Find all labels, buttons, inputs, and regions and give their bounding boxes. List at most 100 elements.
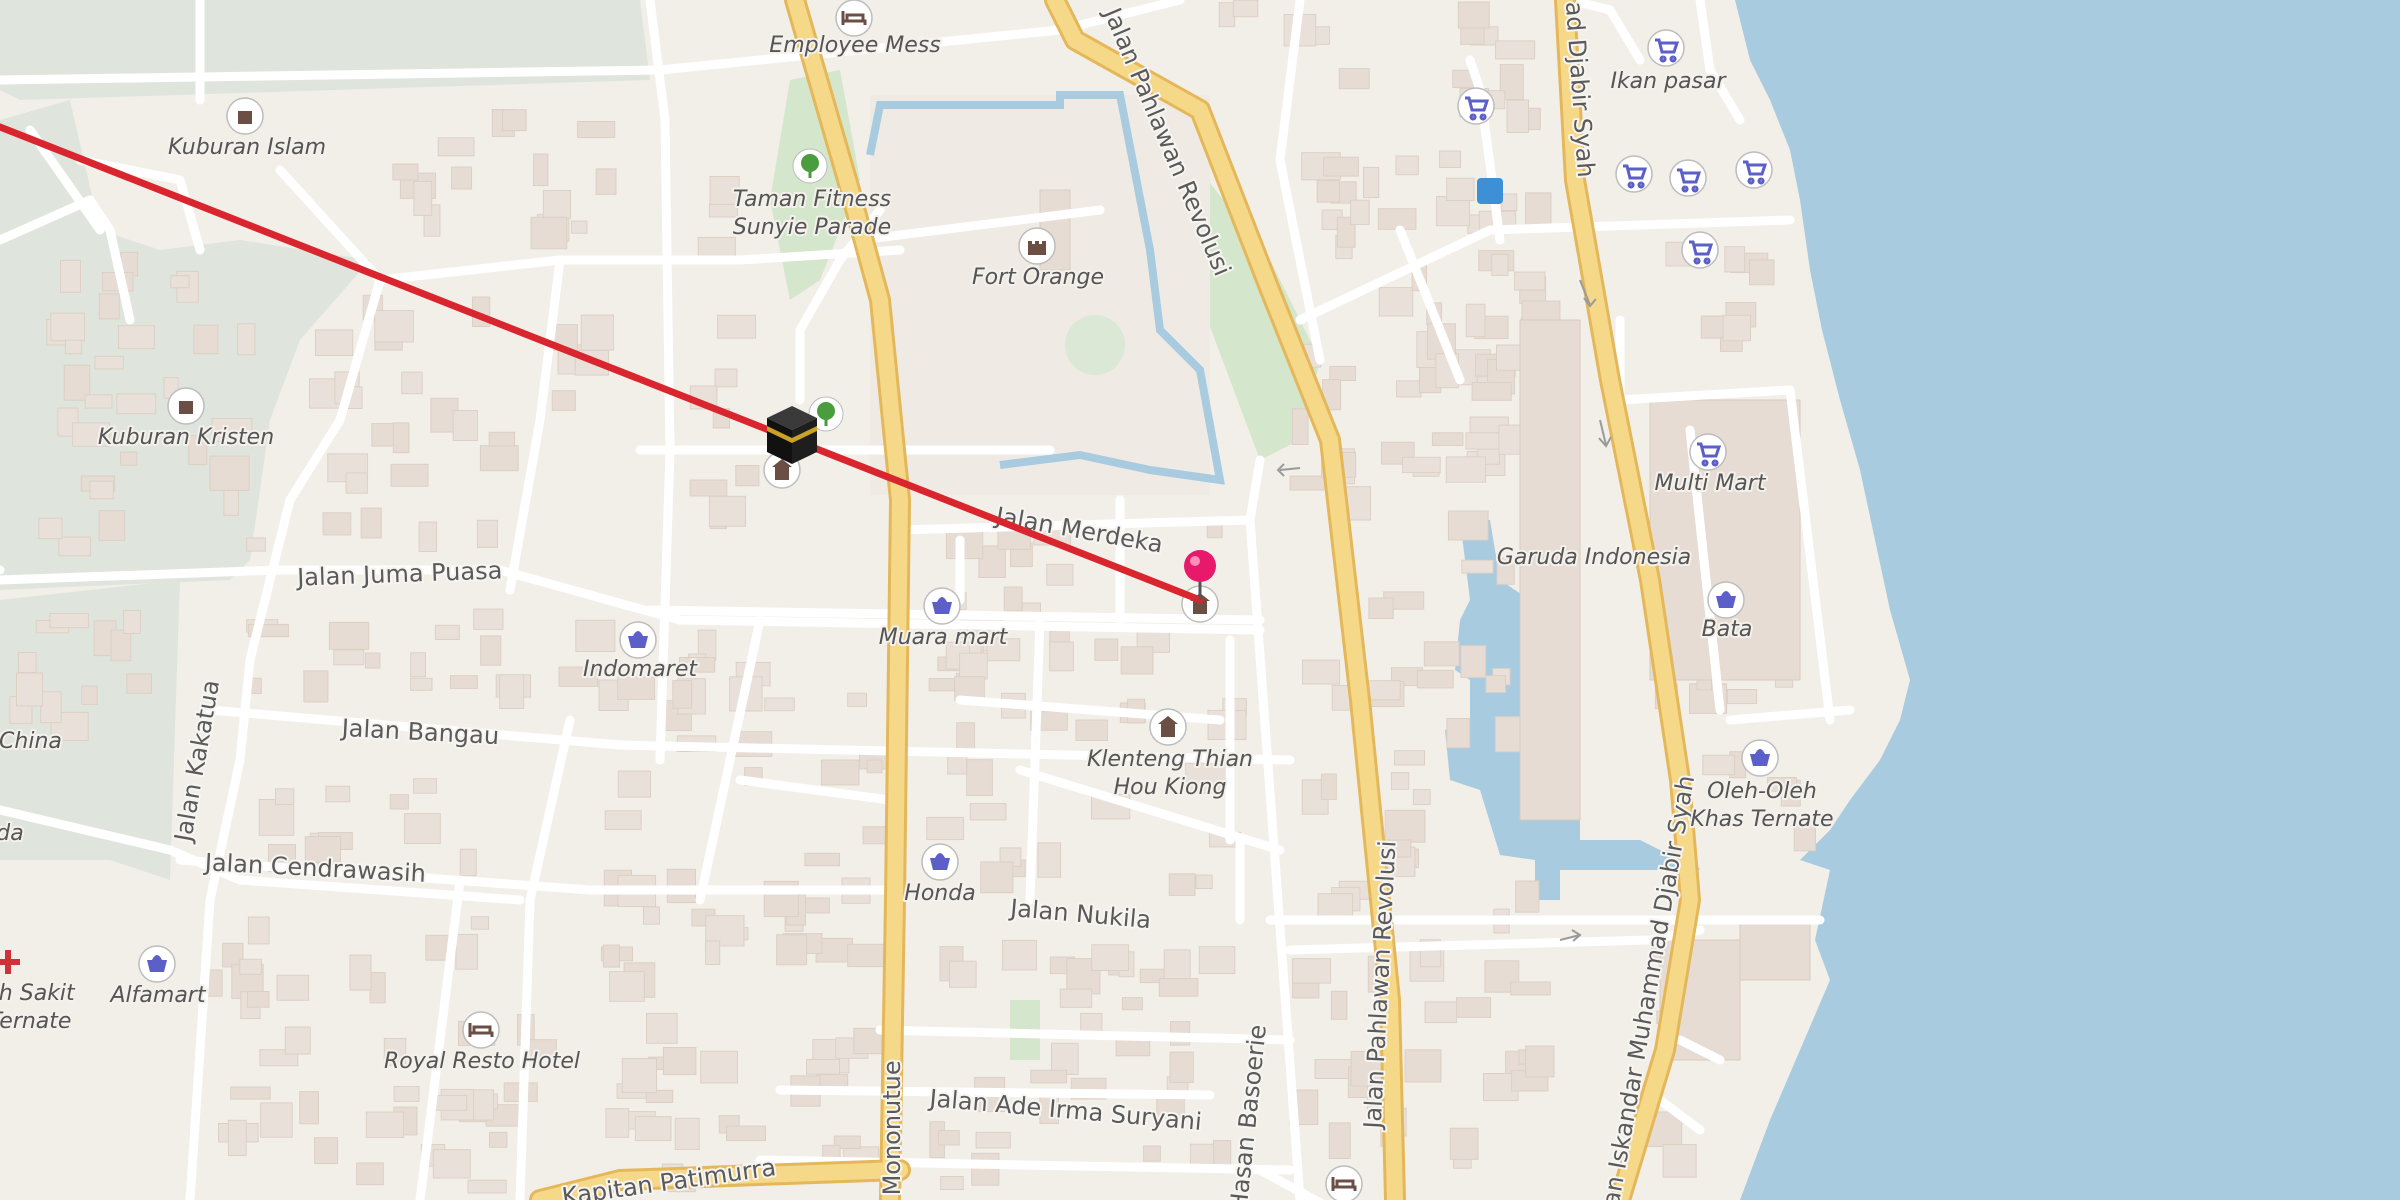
building bbox=[126, 673, 153, 694]
building bbox=[1514, 271, 1546, 291]
poi-da[interactable]: da bbox=[0, 819, 26, 848]
building bbox=[975, 1131, 1011, 1149]
map-canvas[interactable]: Jalan Juma Puasa Jalan Bangau Jalan Cend… bbox=[0, 0, 2400, 1200]
building bbox=[89, 480, 114, 500]
cart-icon[interactable] bbox=[1669, 159, 1707, 197]
building bbox=[1158, 978, 1199, 997]
building bbox=[452, 410, 478, 441]
poi-garuda-indonesia[interactable]: Garuda Indonesia bbox=[1495, 543, 1693, 572]
building bbox=[459, 848, 477, 877]
shop-icon[interactable] bbox=[619, 621, 657, 659]
poi-label: Muara mart bbox=[879, 625, 1009, 650]
castle-icon[interactable] bbox=[1018, 227, 1056, 265]
poi-label: Oleh-Oleh bbox=[1707, 779, 1817, 804]
temple-icon[interactable] bbox=[1149, 708, 1187, 746]
building bbox=[847, 943, 889, 968]
building bbox=[17, 652, 37, 673]
building bbox=[1423, 641, 1460, 667]
building bbox=[1363, 166, 1380, 199]
cemetery-icon[interactable] bbox=[167, 387, 205, 425]
building bbox=[959, 652, 988, 680]
building bbox=[1037, 842, 1062, 878]
poi-label: Fort Orange bbox=[972, 265, 1104, 290]
building bbox=[116, 393, 157, 415]
hotel-icon[interactable] bbox=[835, 0, 873, 37]
building bbox=[410, 677, 433, 691]
kaaba-icon[interactable] bbox=[767, 406, 817, 464]
shop-icon[interactable] bbox=[1707, 581, 1745, 619]
poi-label: da bbox=[0, 821, 24, 846]
cart-icon[interactable] bbox=[1681, 231, 1719, 269]
poi-label: Taman Fitness bbox=[733, 187, 891, 212]
building bbox=[580, 314, 615, 351]
building bbox=[551, 390, 576, 411]
poi-n-china[interactable]: n China bbox=[0, 727, 64, 756]
building bbox=[1726, 689, 1758, 705]
building bbox=[1232, 0, 1259, 18]
building bbox=[542, 190, 572, 219]
building bbox=[328, 621, 370, 650]
building bbox=[480, 635, 502, 666]
building bbox=[1377, 208, 1417, 230]
cart-icon[interactable] bbox=[1735, 151, 1773, 189]
building bbox=[209, 455, 250, 491]
poi-label-line2: Sunyie Parade bbox=[733, 215, 891, 240]
poi-label-line2: Ternate bbox=[0, 1009, 71, 1034]
poi-label: Honda bbox=[904, 881, 975, 906]
shop-icon[interactable] bbox=[138, 945, 176, 983]
building bbox=[1320, 773, 1337, 800]
building bbox=[1739, 919, 1811, 981]
building bbox=[1314, 1059, 1352, 1079]
building bbox=[1091, 944, 1130, 971]
building bbox=[804, 852, 841, 867]
shop-icon[interactable] bbox=[1741, 739, 1779, 777]
building bbox=[1431, 432, 1464, 446]
building bbox=[120, 451, 138, 466]
shop-icon[interactable] bbox=[923, 587, 961, 625]
building bbox=[1460, 645, 1487, 679]
building bbox=[49, 613, 89, 629]
building bbox=[1049, 641, 1074, 672]
hotel-icon[interactable] bbox=[1325, 1165, 1363, 1200]
building bbox=[449, 675, 478, 689]
building bbox=[94, 355, 124, 370]
building bbox=[1412, 789, 1431, 806]
building bbox=[315, 329, 354, 356]
building bbox=[356, 1162, 384, 1186]
building bbox=[662, 1047, 697, 1076]
building bbox=[246, 537, 266, 552]
building bbox=[1003, 586, 1023, 612]
building bbox=[110, 629, 132, 662]
building bbox=[726, 1125, 766, 1142]
building bbox=[58, 536, 91, 557]
building bbox=[84, 394, 113, 409]
building bbox=[246, 991, 270, 1008]
building bbox=[1446, 177, 1475, 201]
bus-stop-icon[interactable] bbox=[1477, 178, 1503, 204]
building bbox=[60, 259, 81, 293]
cart-icon[interactable] bbox=[1689, 433, 1727, 471]
building bbox=[1366, 680, 1401, 701]
building bbox=[646, 1012, 678, 1044]
cart-icon[interactable] bbox=[1647, 29, 1685, 67]
building bbox=[776, 934, 808, 966]
building bbox=[1722, 314, 1751, 342]
cemetery-icon[interactable] bbox=[226, 97, 264, 135]
building bbox=[1471, 382, 1512, 401]
building bbox=[938, 1130, 960, 1146]
building bbox=[365, 652, 381, 669]
hotel-icon[interactable] bbox=[462, 1011, 500, 1049]
building bbox=[40, 691, 62, 724]
building bbox=[389, 794, 409, 810]
shop-icon[interactable] bbox=[921, 843, 959, 881]
cart-icon[interactable] bbox=[1615, 155, 1653, 193]
building bbox=[847, 692, 868, 707]
building bbox=[621, 1058, 657, 1094]
building bbox=[609, 971, 645, 1002]
poi-label: Kuburan Kristen bbox=[98, 425, 274, 450]
building bbox=[1059, 988, 1093, 1008]
cart-icon[interactable] bbox=[1457, 87, 1495, 125]
building bbox=[1461, 559, 1494, 574]
park-icon[interactable] bbox=[792, 148, 828, 184]
poi-label: Klenteng Thian bbox=[1087, 747, 1253, 772]
